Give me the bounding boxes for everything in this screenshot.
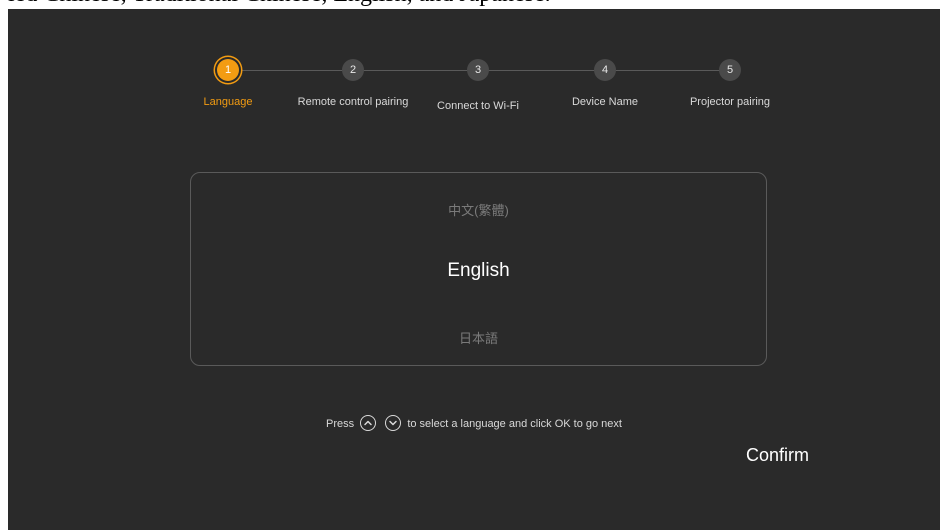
language-picker[interactable]: 中文(繁體) English 日本語: [190, 172, 767, 366]
step-1-circle: 1: [217, 59, 239, 81]
step-3-circle: 3: [467, 59, 489, 81]
step-5-circle: 5: [719, 59, 741, 81]
step-4-circle: 4: [594, 59, 616, 81]
language-option-selected[interactable]: English: [191, 260, 766, 282]
caption-strip: ied Chinese, Traditional Chinese, Englis…: [0, 0, 940, 9]
caption-text: ied Chinese, Traditional Chinese, Englis…: [8, 0, 551, 8]
confirm-button[interactable]: Confirm: [746, 445, 809, 466]
hint-suffix: to select a language and click OK to go …: [407, 417, 622, 430]
chevron-up-circle-icon: [360, 415, 377, 431]
step-2-circle: 2: [342, 59, 364, 81]
step-1-label: Language: [203, 96, 253, 108]
language-option-next[interactable]: 日本語: [191, 328, 766, 347]
setup-screen: 1 2 3 4 5 Language Remote control pairin…: [8, 9, 940, 530]
hint-prefix: Press: [326, 417, 355, 430]
step-3-label: Connect to Wi-Fi: [437, 100, 519, 112]
navigation-hint: Press to select a language and click OK …: [8, 415, 940, 432]
step-2-label: Remote control pairing: [297, 96, 409, 108]
step-4-label: Device Name: [571, 96, 639, 108]
chevron-down-circle-icon: [385, 415, 402, 431]
step-5-label: Projector pairing: [689, 96, 771, 108]
language-option-prev[interactable]: 中文(繁體): [191, 200, 766, 219]
